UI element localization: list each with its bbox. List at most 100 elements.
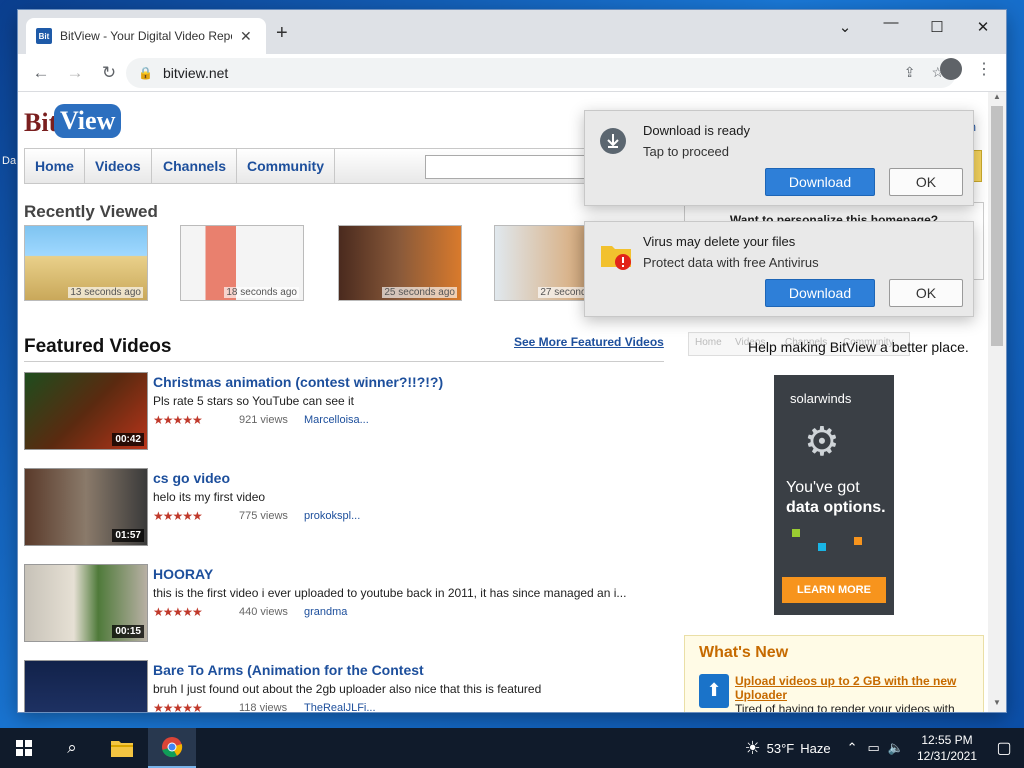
new-tab-button[interactable]: +: [276, 22, 288, 45]
ok-button[interactable]: OK: [889, 168, 963, 196]
uploader-link[interactable]: grandma: [304, 606, 347, 618]
start-button[interactable]: [0, 728, 48, 768]
profile-avatar[interactable]: [940, 58, 962, 80]
tab-search-icon[interactable]: ⌄: [822, 18, 868, 36]
weather-desc[interactable]: Haze: [800, 741, 830, 756]
uploader-link[interactable]: TheRealJLFi...: [304, 702, 376, 712]
gear-icon: ⚙: [804, 420, 840, 464]
view-count: 921 views: [239, 414, 288, 426]
video-title-link[interactable]: HOORAY: [153, 566, 213, 582]
recently-viewed-title: Recently Viewed: [24, 202, 158, 221]
menu-icon[interactable]: ⋮: [970, 59, 998, 79]
video-description: helo its my first video: [153, 490, 266, 504]
featured-video-row: 00:15 HOORAY this is the first video i e…: [24, 564, 664, 644]
scroll-down-icon[interactable]: ▼: [988, 698, 1006, 712]
nav-channels[interactable]: Channels: [153, 149, 238, 183]
video-thumbnail[interactable]: [24, 660, 148, 712]
video-thumbnail[interactable]: 01:57: [24, 468, 148, 546]
clock-date: 12/31/2021: [916, 749, 978, 763]
windows-logo-icon: [16, 740, 32, 756]
logo-bit: Bit: [24, 108, 58, 137]
page-scrollbar[interactable]: ▲ ▼: [988, 92, 1006, 712]
chrome-icon[interactable]: [148, 728, 196, 768]
recent-video[interactable]: 25 seconds ago: [338, 225, 462, 301]
upload-icon: ⬆: [699, 674, 729, 708]
browser-tab[interactable]: Bit BitView - Your Digital Video Reposit…: [26, 18, 266, 54]
download-ready-notification: Download is ready Tap to proceed Downloa…: [584, 110, 974, 206]
star-rating: ★★★★★: [153, 413, 203, 427]
whats-new-desc: Tired of having to render your videos wi…: [735, 702, 955, 712]
bitview-logo[interactable]: Bit View: [24, 98, 122, 140]
scroll-up-icon[interactable]: ▲: [988, 92, 1006, 106]
recent-video[interactable]: 13 seconds ago: [24, 225, 148, 301]
whats-new-title: What's New: [699, 644, 789, 661]
close-window-button[interactable]: ✕: [960, 18, 1006, 36]
video-description: Pls rate 5 stars so YouTube can see it: [153, 394, 355, 408]
virus-warning-notification: Virus may delete your files Protect data…: [584, 221, 974, 317]
featured-video-row: Bare To Arms (Animation for the Contest …: [24, 660, 664, 712]
featured-videos-title: Featured Videos: [24, 336, 172, 357]
nav-community[interactable]: Community: [237, 149, 335, 183]
featured-video-row: 01:57 cs go video helo its my first vide…: [24, 468, 664, 548]
nav-home[interactable]: Home: [25, 149, 85, 183]
view-count: 775 views: [239, 510, 288, 522]
favicon: Bit: [36, 28, 52, 44]
minimize-button[interactable]: —: [868, 14, 914, 31]
uploader-link[interactable]: prokokspl...: [304, 510, 360, 522]
chevron-up-icon[interactable]: ⌃: [847, 740, 858, 756]
clock-time: 12:55 PM: [921, 733, 973, 747]
file-explorer-icon[interactable]: [98, 728, 146, 768]
close-tab-icon[interactable]: ✕: [240, 28, 252, 45]
uploader-link[interactable]: Marcelloisa...: [304, 414, 369, 426]
maximize-button[interactable]: ☐: [914, 18, 960, 36]
clock[interactable]: 12:55 PM 12/31/2021: [910, 732, 984, 764]
browser-toolbar: ← → ↻ 🔒 bitview.net ⇪ ☆ ⋮: [18, 54, 1006, 92]
star-rating: ★★★★★: [153, 509, 203, 523]
address-bar[interactable]: 🔒 bitview.net ⇪ ☆: [126, 58, 956, 88]
notification-body: Tap to proceed: [643, 144, 730, 159]
video-title-link[interactable]: cs go video: [153, 470, 230, 486]
search-input[interactable]: [425, 155, 585, 179]
download-icon: [599, 127, 627, 155]
view-count: 118 views: [239, 702, 288, 712]
data-square-icon: [854, 537, 862, 545]
scroll-thumb[interactable]: [991, 106, 1003, 346]
ok-button[interactable]: OK: [889, 279, 963, 307]
duration-badge: 00:42: [112, 433, 144, 446]
video-thumbnail[interactable]: 00:15: [24, 564, 148, 642]
download-button[interactable]: Download: [765, 279, 875, 307]
desktop-icon-label[interactable]: Da: [2, 155, 16, 167]
weather-icon[interactable]: ☀: [745, 738, 761, 759]
share-icon[interactable]: ⇪: [904, 64, 916, 81]
recent-video[interactable]: 18 seconds ago: [180, 225, 304, 301]
star-rating: ★★★★★: [153, 605, 203, 619]
whats-new-box: What's New ⬆ Upload videos up to 2 GB wi…: [684, 635, 984, 712]
taskbar: ⌕ ☀ 53°F Haze ⌃ ▭ 🔈 12:55 PM 12/31/2021 …: [0, 728, 1024, 768]
download-button[interactable]: Download: [765, 168, 875, 196]
reload-button[interactable]: ↻: [94, 58, 124, 88]
advertisement[interactable]: solarwinds ⚙ You've got data options. LE…: [774, 375, 894, 615]
video-title-link[interactable]: Christmas animation (contest winner?!!?!…: [153, 374, 443, 390]
forward-button[interactable]: →: [60, 58, 90, 88]
tab-title: BitView - Your Digital Video Repository: [60, 29, 232, 43]
help-text: Help making BitView a better place.: [748, 339, 969, 355]
duration-badge: 01:57: [112, 529, 144, 542]
uploader-news-link[interactable]: Upload videos up to 2 GB with the new Up…: [735, 674, 975, 702]
video-thumbnail[interactable]: 00:42: [24, 372, 148, 450]
search-icon[interactable]: ⌕: [48, 728, 96, 768]
see-more-featured-link[interactable]: See More Featured Videos: [514, 335, 664, 349]
learn-more-button[interactable]: LEARN MORE: [782, 577, 886, 603]
video-title-link[interactable]: Bare To Arms (Animation for the Contest: [153, 662, 424, 678]
back-button[interactable]: ←: [26, 58, 56, 88]
data-square-icon: [818, 543, 826, 551]
notification-center-icon[interactable]: ▢: [984, 738, 1024, 758]
weather-temp[interactable]: 53°F: [767, 741, 795, 756]
data-square-icon: [792, 529, 800, 537]
volume-icon[interactable]: 🔈: [888, 740, 904, 756]
faded-tab-home[interactable]: Home: [695, 337, 722, 348]
network-icon[interactable]: ▭: [868, 740, 880, 756]
nav-videos[interactable]: Videos: [85, 149, 152, 183]
site-navbar: Home Videos Channels Community: [24, 148, 664, 184]
system-tray: ☀ 53°F Haze ⌃ ▭ 🔈 12:55 PM 12/31/2021 ▢: [745, 728, 1024, 768]
tab-strip: Bit BitView - Your Digital Video Reposit…: [18, 10, 1006, 54]
